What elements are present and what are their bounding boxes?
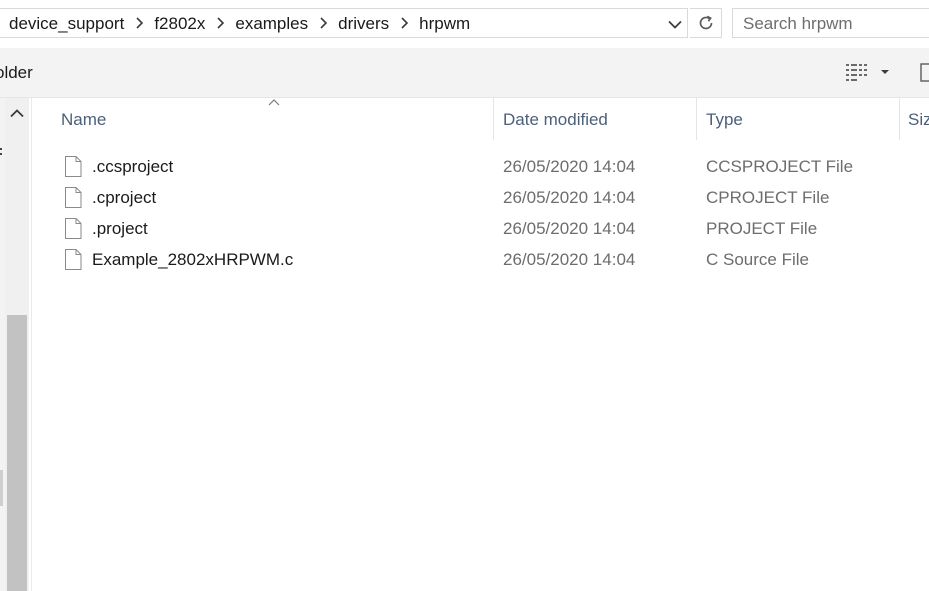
nav-scrollbar[interactable] [5,98,29,591]
breadcrumb-item-examples[interactable]: examples [235,14,308,34]
file-icon [65,187,82,208]
column-divider[interactable] [696,98,697,140]
file-name: Example_2802xHRPWM.c [92,250,294,269]
breadcrumb-item-hrpwm[interactable]: hrpwm [419,14,470,34]
nav-resize-handle[interactable] [0,470,3,506]
breadcrumb-item-f2802x[interactable]: f2802x [154,14,205,34]
file-date: 26/05/2020 14:04 [503,219,636,238]
file-type: CPROJECT File [706,188,830,207]
column-header-name[interactable]: Name [61,110,106,130]
scroll-thumb[interactable] [7,315,27,591]
file-icon [65,249,82,270]
chevron-right-icon[interactable] [124,16,154,33]
file-date: 26/05/2020 14:04 [503,250,636,269]
file-type: C Source File [706,250,809,269]
file-date: 26/05/2020 14:04 [503,157,636,176]
file-name: .project [92,219,148,238]
chevron-right-icon[interactable] [308,16,338,33]
refresh-button[interactable] [690,8,722,38]
breadcrumb-item-drivers[interactable]: drivers [338,14,389,34]
chevron-down-icon[interactable] [662,9,688,39]
caret-down-icon[interactable] [879,66,891,78]
file-date: 26/05/2020 14:04 [503,188,636,207]
column-header-date-modified[interactable]: Date modified [503,110,608,130]
refresh-icon [699,15,712,30]
command-bar: older [0,48,929,98]
scroll-up-icon[interactable] [5,98,29,128]
file-row[interactable]: .ccsproject 26/05/2020 14:04 CCSPROJECT … [32,151,929,182]
breadcrumb: device_support f2802x examples drivers h… [9,9,470,39]
file-icon [65,218,82,239]
file-name: .ccsproject [92,157,174,176]
file-icon [65,156,82,177]
column-divider[interactable] [899,98,900,140]
preview-pane-icon[interactable] [918,63,929,83]
search-input[interactable] [743,13,929,35]
nav-pin-icon [0,148,2,155]
address-row: device_support f2802x examples drivers h… [0,0,929,48]
column-header-row: Name Date modified Type Siz [32,98,929,142]
address-bar[interactable]: device_support f2802x examples drivers h… [0,8,688,38]
file-row[interactable]: Example_2802xHRPWM.c 26/05/2020 14:04 C … [32,244,929,275]
file-type: PROJECT File [706,219,818,238]
new-folder-label[interactable]: older [0,63,33,83]
column-divider[interactable] [493,98,494,140]
details-view-icon[interactable] [845,62,869,82]
file-type: CCSPROJECT File [706,157,854,176]
column-header-size[interactable]: Siz [908,110,929,130]
breadcrumb-item-device-support[interactable]: device_support [9,14,124,34]
chevron-right-icon[interactable] [205,16,235,33]
column-header-type[interactable]: Type [706,110,743,130]
file-list: Name Date modified Type Siz .ccsproject … [32,98,929,591]
file-row[interactable]: .cproject 26/05/2020 14:04 CPROJECT File [32,182,929,213]
chevron-right-icon[interactable] [389,16,419,33]
file-row[interactable]: .project 26/05/2020 14:04 PROJECT File [32,213,929,244]
sort-ascending-icon [268,99,280,106]
search-field[interactable] [732,8,929,38]
file-name: .cproject [92,188,157,207]
